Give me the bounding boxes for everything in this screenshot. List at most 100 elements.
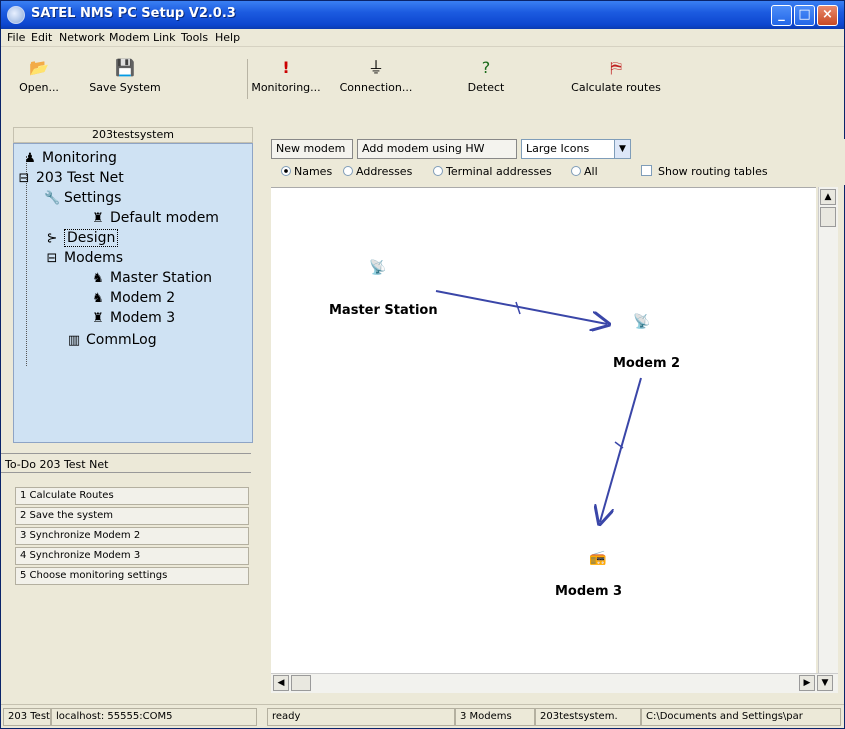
modem3-icon[interactable]: 📻 xyxy=(589,550,606,566)
todo-list: 1 Calculate Routes 2 Save the system 3 S… xyxy=(15,487,249,587)
calculate-routes-button[interactable]: ⛿ Calculate routes xyxy=(561,53,671,109)
todo-item[interactable]: 2 Save the system xyxy=(15,507,249,525)
checkbox-label: Show routing tables xyxy=(658,165,768,178)
tree-label: Monitoring xyxy=(42,150,117,166)
view-mode-select[interactable]: Large Icons ▼ xyxy=(521,139,631,159)
close-button[interactable]: × xyxy=(817,5,838,26)
label-mode-radios: Names Addresses Terminal addresses All S… xyxy=(281,163,841,183)
chevron-down-icon[interactable]: ▼ xyxy=(614,140,630,158)
routes-icon: ⛿ xyxy=(610,58,622,77)
app-icon xyxy=(7,6,25,24)
radio-terminal-addresses[interactable]: Terminal addresses xyxy=(433,165,552,178)
tree-item-design[interactable]: ⊱ Design xyxy=(44,229,119,247)
link-modem2-modem3[interactable] xyxy=(600,377,642,522)
menu-link[interactable]: Link xyxy=(153,31,176,44)
link-master-modem2[interactable] xyxy=(435,290,607,324)
minimize-button[interactable]: _ xyxy=(771,5,792,26)
modem2-radio-icon[interactable]: 📡 xyxy=(633,314,650,330)
tree-item-settings[interactable]: 🔧 Settings xyxy=(44,190,121,206)
view-mode-value: Large Icons xyxy=(526,142,590,155)
vertical-scrollbar[interactable]: ▲ xyxy=(818,187,838,673)
scroll-right-icon[interactable]: ▶ xyxy=(799,675,815,691)
wrench-icon: 🔧 xyxy=(44,191,61,206)
network-icon: ⊟ xyxy=(18,171,30,186)
open-label: Open... xyxy=(19,81,59,94)
menu-file[interactable]: File xyxy=(7,31,25,44)
system-name-header: 203testsystem xyxy=(13,127,253,143)
radio-addresses[interactable]: Addresses xyxy=(343,165,412,178)
menu-modem[interactable]: Modem xyxy=(109,31,150,44)
repeater-icon: ♞ xyxy=(92,291,104,306)
status-ready: ready xyxy=(267,708,455,726)
menu-network[interactable]: Network xyxy=(59,31,105,44)
radio-dot xyxy=(281,166,291,176)
menu-tools[interactable]: Tools xyxy=(181,31,208,44)
scroll-thumb[interactable] xyxy=(820,207,836,227)
master-station-icon: ♞ xyxy=(92,271,104,286)
show-routing-checkbox[interactable]: Show routing tables xyxy=(641,165,768,178)
alert-icon: ! xyxy=(282,58,290,77)
title-bar[interactable]: SATEL NMS PC Setup V2.0.3 _ □ × xyxy=(1,1,844,29)
radio-all[interactable]: All xyxy=(571,165,598,178)
modem2-label[interactable]: Modem 2 xyxy=(613,356,680,371)
open-button[interactable]: 📂 Open... xyxy=(13,53,65,109)
tree-label: Design xyxy=(64,229,119,247)
save-label: Save System xyxy=(89,81,161,94)
scroll-down-icon[interactable]: ▼ xyxy=(817,675,833,691)
modems-icon: ⊟ xyxy=(46,251,58,266)
checkbox-box xyxy=(641,165,652,176)
scroll-thumb-h[interactable] xyxy=(291,675,311,691)
design-canvas[interactable]: 📡 Master Station 📡 Modem 2 📻 Modem 3 xyxy=(271,187,816,673)
tree-item-modem-2[interactable]: ♞ Modem 2 xyxy=(90,290,175,306)
radio-label: Addresses xyxy=(356,165,413,178)
connection-label: Connection... xyxy=(339,81,413,94)
maximize-button[interactable]: □ xyxy=(794,5,815,26)
tree-label: Modem 3 xyxy=(110,310,176,326)
menu-bar: File Edit Network Modem Link Tools Help xyxy=(1,29,844,47)
modem-icon: ♜ xyxy=(92,311,104,326)
detect-icon: ? xyxy=(481,58,491,77)
master-station-label[interactable]: Master Station xyxy=(329,303,438,318)
tree-item-net[interactable]: ⊟ 203 Test Net xyxy=(16,170,124,186)
tree-item-default-modem[interactable]: ♜ Default modem xyxy=(90,210,219,226)
floppy-icon: 💾 xyxy=(115,58,135,77)
scroll-up-icon[interactable]: ▲ xyxy=(820,189,836,205)
radio-names[interactable]: Names xyxy=(281,165,332,178)
modem3-label[interactable]: Modem 3 xyxy=(555,584,622,599)
save-system-button[interactable]: 💾 Save System xyxy=(87,53,163,109)
folder-icon: 📂 xyxy=(29,58,49,77)
status-system-file: 203testsystem. xyxy=(535,708,641,726)
tree-item-modem-3[interactable]: ♜ Modem 3 xyxy=(90,310,175,326)
horizontal-scrollbar[interactable]: ◀ ▶ ▼ xyxy=(271,673,838,693)
add-modem-hw-button[interactable]: Add modem using HW xyxy=(357,139,517,159)
connection-button[interactable]: ⏚ Connection... xyxy=(331,53,421,109)
scroll-left-icon[interactable]: ◀ xyxy=(273,675,289,691)
todo-item[interactable]: 1 Calculate Routes xyxy=(15,487,249,505)
tree-label: Settings xyxy=(64,190,122,206)
network-diagram xyxy=(435,290,642,674)
radio-label: Terminal addresses xyxy=(446,165,552,178)
system-tree: ♟ Monitoring ⊟ 203 Test Net 🔧 Settings ♜ Def… xyxy=(13,143,253,443)
new-modem-button[interactable]: New modem xyxy=(271,139,353,159)
detect-button[interactable]: ? Detect xyxy=(451,53,521,109)
tree-label: CommLog xyxy=(86,332,157,348)
connection-icon: ⏚ xyxy=(367,58,384,77)
todo-item[interactable]: 4 Synchronize Modem 3 xyxy=(15,547,249,565)
radio-dot xyxy=(343,166,353,176)
todo-item[interactable]: 3 Synchronize Modem 2 xyxy=(15,527,249,545)
status-path: C:\Documents and Settings\par xyxy=(641,708,841,726)
tree-item-commlog[interactable]: ▥ CommLog xyxy=(66,332,157,348)
tree-item-master-station[interactable]: ♞ Master Station xyxy=(90,270,212,286)
tree-line xyxy=(26,156,27,366)
log-icon: ▥ xyxy=(67,333,81,348)
menu-edit[interactable]: Edit xyxy=(31,31,52,44)
master-station-radio-icon[interactable]: 📡 xyxy=(369,260,386,276)
menu-help[interactable]: Help xyxy=(215,31,240,44)
tree-label: Modem 2 xyxy=(110,290,176,306)
todo-title: To-Do 203 Test Net xyxy=(1,453,251,473)
status-connection: localhost: 55555:COM5 xyxy=(51,708,257,726)
tree-item-monitoring[interactable]: ♟ Monitoring xyxy=(22,150,117,166)
monitoring-button[interactable]: ! Monitoring... xyxy=(247,53,325,109)
todo-item[interactable]: 5 Choose monitoring settings xyxy=(15,567,249,585)
tree-item-modems[interactable]: ⊟ Modems xyxy=(44,250,124,266)
